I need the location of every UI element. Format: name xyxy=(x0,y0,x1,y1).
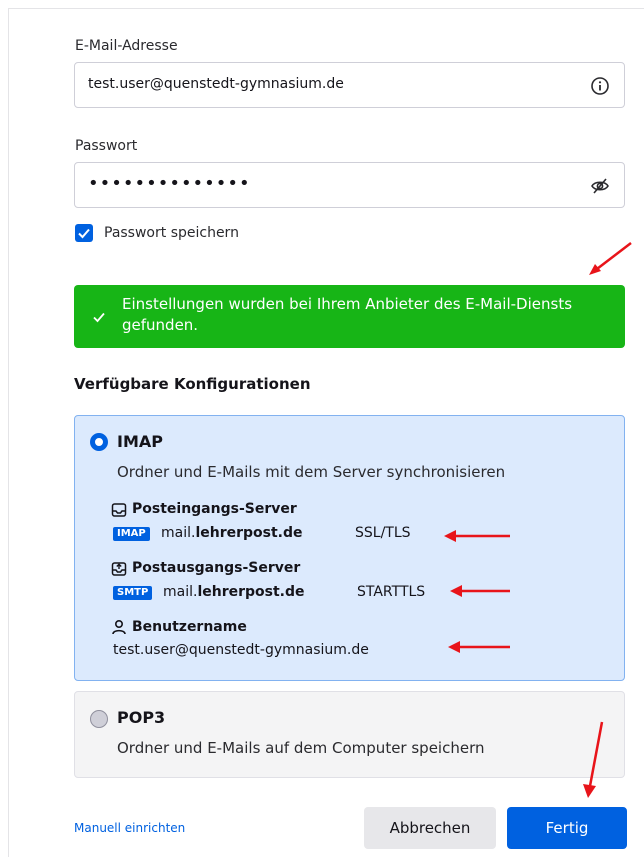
incoming-host: mail.lehrerpost.de xyxy=(161,525,303,541)
email-label: E-Mail-Adresse xyxy=(75,38,178,54)
annotation-arrow-icon xyxy=(589,242,632,275)
eye-slash-icon[interactable] xyxy=(590,176,610,196)
password-value: •••••••••••••• xyxy=(88,173,251,194)
checkmark-icon xyxy=(78,228,90,239)
outbox-icon xyxy=(111,561,127,577)
password-label: Passwort xyxy=(75,138,138,154)
user-icon xyxy=(111,619,127,635)
pop3-config-card[interactable]: POP3 Ordner und E-Mails auf dem Computer… xyxy=(74,691,625,778)
manual-setup-link[interactable]: Manuell einrichten xyxy=(74,821,185,835)
banner-text: Einstellungen wurden bei Ihrem Anbieter … xyxy=(122,295,573,334)
incoming-server-title: Posteingangs-Server xyxy=(132,501,297,517)
outgoing-protocol-badge: SMTP xyxy=(113,586,153,600)
checkmark-icon xyxy=(92,309,106,328)
imap-description: Ordner und E-Mails mit dem Server synchr… xyxy=(117,463,506,481)
inbox-icon xyxy=(111,502,127,518)
annotation-arrow-icon xyxy=(448,641,510,653)
outgoing-host: mail.lehrerpost.de xyxy=(163,584,305,600)
configurations-title: Verfügbare Konfigurationen xyxy=(74,375,311,393)
annotation-arrow-icon xyxy=(444,530,510,542)
cancel-button[interactable]: Abbrechen xyxy=(364,807,496,849)
incoming-protocol-badge: IMAP xyxy=(113,527,150,541)
email-value: test.user@quenstedt-gymnasium.de xyxy=(88,76,344,92)
left-border xyxy=(8,8,9,857)
imap-radio[interactable] xyxy=(90,433,108,451)
password-field[interactable]: •••••••••••••• xyxy=(74,162,625,208)
username-title: Benutzername xyxy=(132,619,247,635)
done-button[interactable]: Fertig xyxy=(507,807,627,849)
pop3-description: Ordner und E-Mails auf dem Computer spei… xyxy=(117,739,485,757)
remember-password-label[interactable]: Passwort speichern xyxy=(104,225,239,241)
outgoing-server-title: Postausgangs-Server xyxy=(132,560,301,576)
email-field[interactable]: test.user@quenstedt-gymnasium.de xyxy=(74,62,625,108)
info-icon[interactable] xyxy=(590,76,610,96)
pop3-title: POP3 xyxy=(117,708,166,727)
username-value: test.user@quenstedt-gymnasium.de xyxy=(113,642,369,658)
incoming-encryption: SSL/TLS xyxy=(355,525,411,541)
imap-config-card[interactable]: IMAP Ordner und E-Mails mit dem Server s… xyxy=(74,415,625,681)
pop3-radio[interactable] xyxy=(90,710,108,728)
annotation-arrow-icon xyxy=(583,721,604,798)
success-banner: Einstellungen wurden bei Ihrem Anbieter … xyxy=(74,285,625,348)
annotation-arrow-icon xyxy=(450,585,510,597)
top-border xyxy=(8,8,644,9)
remember-password-checkbox[interactable] xyxy=(75,224,93,242)
imap-title: IMAP xyxy=(117,432,163,451)
outgoing-encryption: STARTTLS xyxy=(357,584,426,600)
